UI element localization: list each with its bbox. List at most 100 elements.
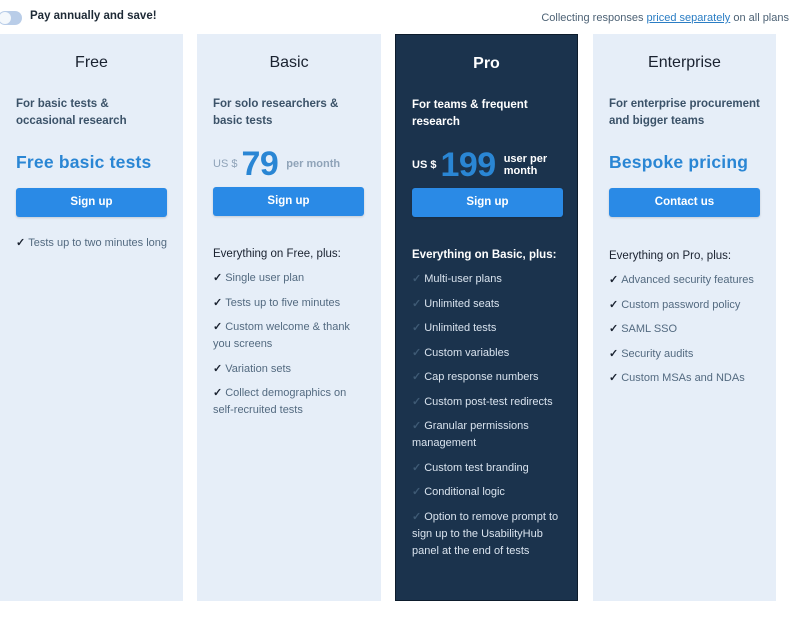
feature-item: ✓ Single user plan — [213, 270, 365, 287]
plan-description: For basic tests & occasional research — [16, 98, 127, 127]
feature-text: Custom post-test redirects — [424, 395, 553, 408]
plan-name: Basic — [269, 54, 309, 71]
plan-price: US $ 199 user per month — [412, 145, 561, 185]
feature-text: Tests up to five minutes — [225, 296, 341, 309]
feature-text: Cap response numbers — [424, 371, 539, 383]
feature-text: Security audits — [621, 347, 694, 360]
plan-name: Enterprise — [648, 54, 721, 71]
feature-item: ✓ Unlimited seats — [412, 296, 561, 313]
feature-text: Option to remove prompt to sign up to th… — [412, 510, 559, 557]
feature-item: ✓ Custom MSAs and NDAs — [609, 370, 760, 387]
check-icon: ✓ — [412, 273, 422, 285]
feature-list: ✓ Advanced security features ✓ Custom pass… — [609, 272, 760, 387]
feature-text: Custom test branding — [424, 461, 529, 474]
check-icon: ✓ — [609, 298, 619, 311]
feature-text: Custom variables — [424, 346, 510, 359]
price-period: per month — [286, 158, 341, 170]
top-bar: Pay annually and save! Collecting respon… — [0, 0, 800, 34]
plan-price: Bespoke pricing — [609, 152, 749, 172]
currency: US $ — [213, 158, 238, 170]
contact-us-button[interactable]: Contact us — [609, 188, 760, 217]
feature-list: ✓ Tests up to two minutes long — [16, 235, 167, 252]
feature-item: ✓ Option to remove prompt to sign up to t… — [412, 509, 561, 560]
check-icon: ✓ — [213, 296, 223, 309]
feature-text: Custom welcome & thank you screens — [213, 321, 350, 350]
plan-card-basic: Basic For solo researchers & basic tests… — [197, 34, 381, 601]
check-icon: ✓ — [412, 461, 422, 474]
check-icon: ✓ — [412, 297, 422, 310]
feature-text: Unlimited seats — [424, 297, 500, 310]
currency: US $ — [412, 159, 437, 171]
check-icon: ✓ — [412, 420, 422, 432]
feature-item: ✓ Cap response numbers — [412, 369, 561, 386]
pay-annually-label: Pay annually and save! — [30, 10, 157, 22]
plan-card-free: Free For basic tests & occasional resear… — [0, 34, 183, 601]
plan-description: For teams & frequent research — [412, 99, 528, 128]
priced-separately-link[interactable]: priced separately — [647, 12, 731, 24]
feature-text: Multi-user plans — [424, 273, 502, 285]
check-icon: ✓ — [412, 371, 422, 383]
feature-list: ✓ Multi-user plans ✓ Unlimited seats ✓ Unli… — [412, 271, 561, 560]
plan-price: US $ 79 per month — [213, 144, 365, 184]
feature-item: ✓ Security audits — [609, 346, 760, 363]
feature-text: Collect demographics on self-recruited t… — [213, 387, 347, 416]
sign-up-button[interactable]: Sign up — [16, 188, 167, 217]
feature-text: Single user plan — [225, 272, 305, 284]
plan-description: For solo researchers & basic tests — [213, 98, 339, 127]
check-icon: ✓ — [16, 237, 26, 249]
feature-text: Unlimited tests — [424, 322, 497, 334]
check-icon: ✓ — [213, 272, 223, 284]
feature-item: ✓ Multi-user plans — [412, 271, 561, 288]
feature-list: ✓ Single user plan ✓ Tests up to five minu… — [213, 270, 365, 419]
check-icon: ✓ — [609, 274, 619, 286]
price-period: user per month — [503, 153, 548, 177]
feature-text: SAML SSO — [621, 323, 678, 335]
check-icon: ✓ — [609, 347, 619, 360]
price-amount: 79 — [241, 144, 279, 183]
feature-item: ✓ Custom variables — [412, 345, 561, 362]
check-icon: ✓ — [412, 395, 422, 408]
feature-item: ✓ Collect demographics on self-recruited … — [213, 385, 365, 419]
plan-card-enterprise: Enterprise For enterprise procurement an… — [593, 34, 776, 601]
plus-title: Everything on Free, plus: — [213, 248, 341, 260]
feature-text: Advanced security features — [621, 274, 754, 286]
feature-item: ✓ Custom welcome & thank you screens — [213, 319, 365, 353]
feature-item: ✓ Custom password policy — [609, 297, 760, 314]
price-amount: 199 — [440, 145, 496, 184]
check-icon: ✓ — [412, 510, 422, 523]
feature-text: Granular permissions management — [412, 420, 529, 449]
feature-text: Tests up to two minutes long — [28, 237, 168, 249]
feature-text: Conditional logic — [424, 486, 505, 498]
collect-prefix: Collecting responses — [541, 12, 647, 24]
feature-text: Variation sets — [225, 362, 292, 375]
check-icon: ✓ — [412, 322, 422, 334]
check-icon: ✓ — [412, 346, 422, 359]
plan-card-pro: Pro For teams & frequent research US $ 1… — [395, 34, 578, 601]
toggle-knob — [0, 12, 11, 24]
check-icon: ✓ — [609, 323, 619, 335]
collect-suffix: on all plans — [730, 12, 789, 24]
plan-name: Pro — [473, 55, 500, 72]
check-icon: ✓ — [213, 362, 223, 375]
feature-text: Custom MSAs and NDAs — [621, 372, 745, 384]
sign-up-button[interactable]: Sign up — [412, 188, 563, 217]
feature-item: ✓ Advanced security features — [609, 272, 760, 289]
check-icon: ✓ — [213, 321, 223, 333]
plan-description: For enterprise procurement and bigger te… — [609, 98, 760, 127]
feature-item: ✓ Conditional logic — [412, 484, 561, 501]
check-icon: ✓ — [609, 372, 619, 384]
collecting-responses-note: Collecting responses priced separately o… — [541, 12, 789, 24]
feature-item: ✓ Custom post-test redirects — [412, 394, 561, 411]
check-icon: ✓ — [412, 486, 422, 498]
feature-item: ✓ Custom test branding — [412, 460, 561, 477]
sign-up-button[interactable]: Sign up — [213, 187, 364, 216]
feature-item: ✓ Unlimited tests — [412, 320, 561, 337]
feature-item: ✓ SAML SSO — [609, 321, 760, 338]
feature-item: ✓ Tests up to two minutes long — [16, 235, 167, 252]
pay-annually-toggle[interactable] — [0, 11, 22, 25]
plus-title: Everything on Pro, plus: — [609, 250, 732, 262]
plan-name: Free — [75, 54, 108, 71]
plus-title: Everything on Basic, plus: — [412, 249, 557, 261]
feature-item: ✓ Tests up to five minutes — [213, 295, 365, 312]
feature-text: Custom password policy — [621, 298, 741, 311]
